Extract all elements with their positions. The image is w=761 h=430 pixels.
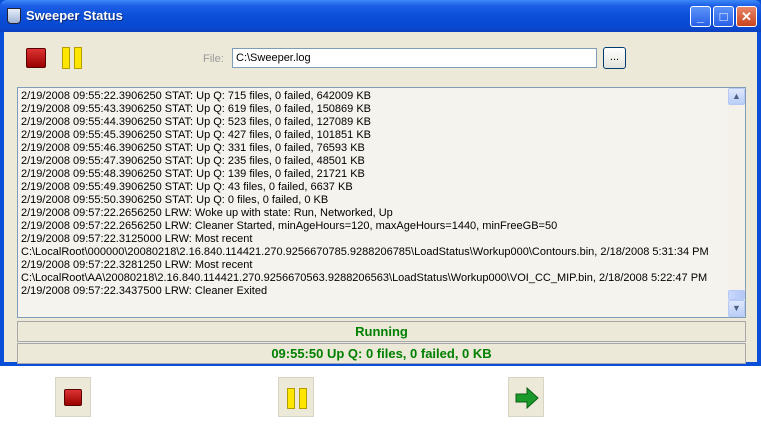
scroll-thumb[interactable]	[728, 290, 745, 300]
pause-button[interactable]	[62, 47, 84, 69]
go-arrow-icon	[515, 386, 539, 410]
go-button-large[interactable]	[508, 377, 544, 417]
log-line: 2/19/2008 09:57:22.3125000 LRW: Most rec…	[21, 233, 253, 245]
pause-icon	[74, 47, 82, 69]
log-line: 2/19/2008 09:55:43.3906250 STAT: Up Q: 6…	[21, 103, 372, 115]
log-line: C:\LocalRoot\AA\20080218\2.16.840.114421…	[21, 272, 708, 284]
title-bar[interactable]: Sweeper Status _ □ ✕	[0, 0, 761, 32]
log-line: C:\LocalRoot\000000\20080218\2.16.840.11…	[21, 246, 709, 258]
pause-icon	[62, 47, 70, 69]
log-line: 2/19/2008 09:57:22.3437500 LRW: Cleaner …	[21, 285, 268, 297]
scroll-up-icon[interactable]: ▲	[728, 88, 745, 105]
log-line: 2/19/2008 09:55:22.3906250 STAT: Up Q: 7…	[21, 90, 372, 102]
log-line: 2/19/2008 09:55:44.3906250 STAT: Up Q: 5…	[21, 116, 372, 128]
pause-icon	[299, 388, 307, 409]
file-path-input[interactable]	[232, 48, 597, 68]
client-area: File: ... 2/19/2008 09:55:22.3906250 STA…	[4, 32, 757, 364]
log-line: 2/19/2008 09:57:22.2656250 LRW: Cleaner …	[21, 220, 558, 232]
window-title: Sweeper Status	[26, 8, 123, 23]
log-line: 2/19/2008 09:55:48.3906250 STAT: Up Q: 1…	[21, 168, 365, 180]
log-line: 2/19/2008 09:57:22.3281250 LRW: Most rec…	[21, 259, 253, 271]
log-line: 2/19/2008 09:55:49.3906250 STAT: Up Q: 4…	[21, 181, 353, 193]
app-icon	[7, 8, 21, 24]
browse-button[interactable]: ...	[603, 47, 626, 69]
stop-button[interactable]	[26, 48, 46, 68]
log-line: 2/19/2008 09:55:45.3906250 STAT: Up Q: 4…	[21, 129, 372, 141]
close-button[interactable]: ✕	[736, 6, 757, 27]
sweeper-status-window: Sweeper Status _ □ ✕ File: ... 2/19/2008…	[0, 0, 761, 366]
stop-button-large[interactable]	[55, 377, 91, 417]
log-line: 2/19/2008 09:55:47.3906250 STAT: Up Q: 2…	[21, 155, 365, 167]
status-state: Running	[17, 321, 746, 342]
scroll-down-icon[interactable]: ▼	[728, 300, 745, 317]
log-line: 2/19/2008 09:57:22.2656250 LRW: Woke up …	[21, 207, 393, 219]
minimize-button[interactable]: _	[690, 6, 711, 27]
vertical-scrollbar[interactable]: ▲ ▼	[728, 88, 745, 317]
log-line: 2/19/2008 09:55:50.3906250 STAT: Up Q: 0…	[21, 194, 329, 206]
log-lines: 2/19/2008 09:55:22.3906250 STAT: Up Q: 7…	[21, 90, 729, 298]
status-summary: 09:55:50 Up Q: 0 files, 0 failed, 0 KB	[17, 343, 746, 364]
log-output[interactable]: 2/19/2008 09:55:22.3906250 STAT: Up Q: 7…	[17, 87, 746, 318]
file-label: File:	[203, 53, 224, 65]
pause-icon	[287, 388, 295, 409]
log-line: 2/19/2008 09:55:46.3906250 STAT: Up Q: 3…	[21, 142, 365, 154]
stop-icon	[64, 389, 82, 406]
pause-button-large[interactable]	[278, 377, 314, 417]
maximize-button[interactable]: □	[713, 6, 734, 27]
